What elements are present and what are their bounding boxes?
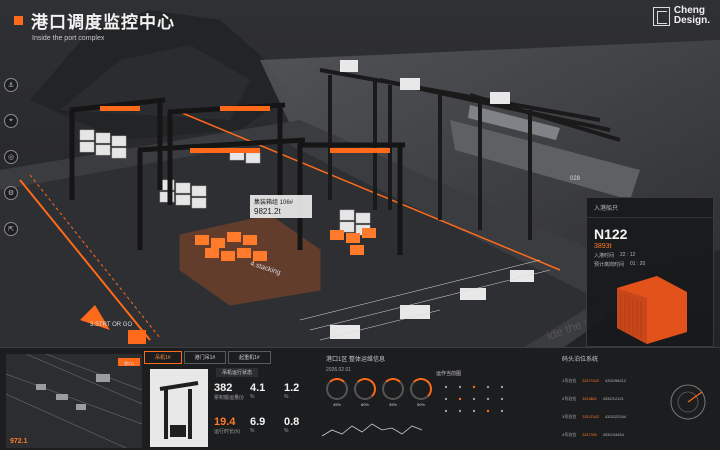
berth-4-volume: 4332/43454 [602,432,624,437]
berth-2-occupancy: 321/862 [582,396,597,401]
tooltip-value: 9821.2t [254,207,281,216]
ship-tonnage: 3893t [594,243,612,250]
berth-3-name: 3号泊位 [562,414,577,419]
gauge-1 [326,378,348,400]
gauge-4 [410,378,432,400]
bottom-dashboard: 港口1 972.1 吊机1# 港门吊1# 起重机1# 吊机运行状态 382 累积… [0,347,720,450]
stat-rate-c: 6.9 % [250,416,265,434]
ship-id: N122 [594,226,628,242]
stat-throughput-value: 382 [214,382,233,394]
target-icon: ⌖ [9,117,13,124]
operations-chart: 运作当前图 [436,370,540,430]
operations-date: 2026.02.01 [326,367,352,373]
logo-line-2: Design. [673,15,710,26]
mini-map-graphic [6,354,142,448]
departure-label: 预计离岗时间 [594,262,625,268]
gauge-3 [382,378,404,400]
ship-number-label: 028 [570,176,581,182]
equipment-panel: 吊机运行状态 382 累积搬运量(t) 4.1 % 1.2 % 19.4 运行时… [146,366,310,450]
operations-panel: 港口1区 整体运维信息 2026.02.01 45% 80% 35% 50% 运… [316,352,546,448]
tooltip-label: 集装箱组 106# [254,200,294,206]
title-accent-icon [14,16,23,25]
crane-image [150,369,208,447]
ship-card-header: 入港船只 [587,198,713,218]
gauge-2-value: 80% [360,402,369,407]
mini-map-value: 972.1 [10,438,28,445]
ship-arrival-row: 入港时间 22 : 12 [587,251,713,260]
stat-rate-d-unit: % [284,428,289,434]
nav-radar-button[interactable]: ◎ [4,150,18,164]
stat-throughput: 382 累积搬运量(t) [214,382,244,401]
ship-card: 入港船只 N122 3893t 入港时间 22 : 12 预计离岗时间 01 :… [586,197,714,347]
stat-rate-b-unit: % [284,394,289,400]
exit-icon: ⇱ [8,226,14,233]
departure-value: 01 : 20 [630,261,646,267]
mini-map[interactable]: 港口1 972.1 [6,354,142,448]
berth-1-name: 1号泊位 [562,378,577,383]
stat-rate-c-unit: % [250,428,255,434]
side-nav: ⚓ ⌖ ◎ ⚙ ⇱ [4,78,20,236]
berth-4-name: 4号泊位 [562,432,577,437]
operations-title: 港口1区 整体运维信息 [326,357,386,363]
gauge-2 [354,378,376,400]
logo-mark-icon [652,6,670,26]
operations-dot-chart [444,385,504,413]
tab-hoist-1[interactable]: 起重机1# [228,351,271,364]
page-title: 港口调度监控中心 [31,13,175,32]
gauge-1-value: 45% [332,402,341,407]
brand-logo: Cheng Design. [652,6,710,26]
tab-crane-1[interactable]: 吊机1# [144,351,182,364]
nav-settings-button[interactable]: ⚙ [4,186,18,200]
anchor-icon: ⚓ [7,82,15,89]
nav-target-button[interactable]: ⌖ [4,114,18,128]
berth-row-1[interactable]: 1号泊位 321/7342 4332/98212 [562,378,626,384]
berth-2-volume: 4332/12121 [602,396,624,401]
stat-runtime-value: 19.4 [214,416,236,428]
start-label: 3.STRT OR GO [90,322,132,328]
berth-row-2[interactable]: 2号泊位 321/862 4332/12121 [562,396,624,402]
berth-4-occupancy: 321/765 [582,432,597,437]
operations-sparkline [322,423,423,437]
stat-rate-b: 1.2 % [284,382,299,400]
stat-runtime-unit: 运行时长(h) [214,429,241,435]
gauge-3-value: 35% [388,402,397,407]
stat-rate-a-value: 4.1 [250,382,266,394]
berth-row-3[interactable]: 3号泊位 321/2342 4332/22344 [562,414,626,420]
radar-dial-icon [670,384,706,420]
ship-departure-row: 预计离岗时间 01 : 20 [587,260,713,269]
berth-3-occupancy: 321/2342 [582,414,599,419]
equipment-status-label: 吊机运行状态 [216,368,259,377]
nav-anchor-button[interactable]: ⚓ [4,78,18,92]
stat-rate-a-unit: % [250,394,255,400]
berth-panel: 码头泊位系统 1号泊位 321/7342 4332/98212 2号泊位 321… [558,352,718,448]
tab-gantry-1[interactable]: 港门吊1# [183,351,227,364]
settings-icon: ⚙ [7,190,15,197]
stat-rate-d-value: 0.8 [284,416,300,428]
stat-rate-a: 4.1 % [250,382,265,400]
header: 港口调度监控中心 Inside the port complex [14,8,175,42]
container-image [617,276,687,344]
stat-rate-c-value: 6.9 [250,416,266,428]
berth-title: 码头泊位系统 [562,357,599,363]
equipment-tabs: 吊机1# 港门吊1# 起重机1# [144,351,271,364]
berth-1-occupancy: 321/7342 [582,378,599,383]
arrival-label: 入港时间 [594,253,615,259]
gauge-4-value: 50% [416,402,425,407]
operations-chart-title: 运作当前图 [436,371,462,377]
berth-row-4[interactable]: 4号泊位 321/765 4332/43454 [562,432,624,438]
stat-throughput-unit: 累积搬运量(t) [214,395,244,401]
nav-exit-button[interactable]: ⇱ [4,222,18,236]
berth-3-volume: 4332/22344 [604,414,627,419]
stat-rate-b-value: 1.2 [284,382,300,394]
arrival-value: 22 : 12 [620,252,636,258]
berth-2-name: 2号泊位 [562,396,577,401]
stat-rate-d: 0.8 % [284,416,299,434]
berth-1-volume: 4332/98212 [604,378,627,383]
mini-map-tag: 港口1 [124,361,135,366]
page-subtitle: Inside the port complex [32,35,105,42]
stat-runtime: 19.4 运行时长(h) [214,416,240,435]
radar-icon: ◎ [7,154,15,161]
container-tooltip: 集装箱组 106# 9821.2t [250,195,312,218]
